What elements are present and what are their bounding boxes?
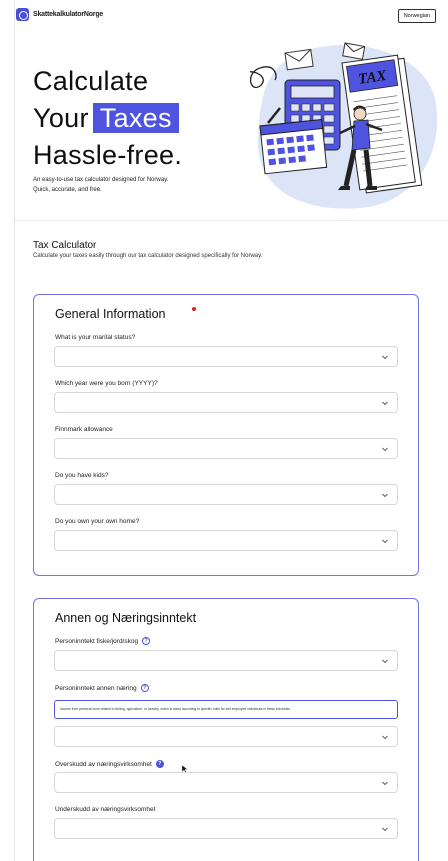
hero-subtitle: An easy-to-use tax calculator designed f…	[33, 175, 243, 195]
envelope-icon	[284, 48, 314, 71]
hero-title-highlight: Taxes	[92, 103, 179, 133]
tax-illustration: TAX	[250, 42, 438, 209]
hero-title-line3: Hassle-free.	[33, 140, 183, 170]
chevron-down-icon	[382, 493, 388, 498]
fishing-farming-income-label-text: Personinntekt fiske/jord/skog	[55, 637, 139, 645]
header: SkattekalkulatorNorge Norwegian	[0, 0, 448, 34]
have-kids-label: Do you have kids?	[55, 472, 109, 479]
business-surplus-select[interactable]	[54, 772, 398, 793]
required-indicator-dot	[192, 307, 196, 311]
language-button[interactable]: Norwegian	[397, 9, 436, 23]
chevron-down-icon	[382, 401, 388, 406]
hero-subtitle-line1: An easy-to-use tax calculator designed f…	[33, 177, 169, 183]
finnmark-allowance-label: Finnmark allowance	[55, 426, 113, 433]
logo-icon	[16, 8, 29, 21]
other-business-income-select[interactable]	[54, 726, 398, 747]
birth-year-select[interactable]	[54, 392, 398, 413]
envelope-icon-2	[342, 42, 366, 60]
chevron-down-icon	[382, 827, 388, 832]
business-surplus-label-text: Overskudd av næringsvirksomhet	[55, 760, 152, 768]
hero-title-line2: Your Taxes	[33, 100, 182, 137]
help-tooltip: Income from personal work related to fis…	[54, 700, 398, 719]
help-icon[interactable]: ?	[140, 684, 149, 692]
hero-subtitle-line2: Quick, accurate, and free.	[33, 187, 102, 193]
logo-text: SkattekalkulatorNorge	[33, 11, 104, 18]
business-income-card: Annen og Næringsinntekt Personinntekt fi…	[33, 598, 419, 861]
other-business-income-label: Personinntekt annen næring ?	[55, 684, 149, 692]
hero-title-line1: Calculate	[33, 66, 149, 96]
section-divider	[15, 220, 448, 221]
business-deficit-select[interactable]	[54, 818, 398, 839]
own-home-label: Do you own your own home?	[55, 518, 140, 525]
chevron-down-icon	[382, 539, 388, 544]
business-surplus-label: Overskudd av næringsvirksomhet ?	[55, 760, 164, 768]
birth-year-label: Which year were you born (YYYY)?	[55, 380, 158, 387]
page-left-border	[14, 0, 15, 861]
hero-title: Calculate Your Taxes Hassle-free.	[33, 63, 182, 174]
have-kids-select[interactable]	[54, 484, 398, 505]
marital-status-select[interactable]	[54, 346, 398, 367]
help-icon[interactable]: ?	[142, 637, 151, 645]
business-deficit-label: Underskudd av næringsvirksomhet	[55, 806, 156, 813]
tax-calculator-subtitle: Calculate your taxes easily through our …	[33, 253, 263, 259]
general-information-title: General Information	[55, 307, 166, 321]
marital-status-label: What is your marital status?	[55, 334, 136, 341]
general-information-card: General Information What is your marital…	[33, 294, 419, 576]
finnmark-allowance-select[interactable]	[54, 438, 398, 459]
logo[interactable]: SkattekalkulatorNorge	[16, 8, 103, 21]
tax-calculator-title: Tax Calculator	[33, 240, 97, 251]
fishing-farming-income-label: Personinntekt fiske/jord/skog ?	[55, 637, 151, 645]
chevron-down-icon	[382, 659, 388, 664]
business-income-title: Annen og Næringsinntekt	[55, 611, 197, 625]
fishing-farming-income-select[interactable]	[54, 650, 398, 671]
chevron-down-icon	[382, 781, 388, 786]
other-business-income-label-text: Personinntekt annen næring	[55, 684, 137, 692]
chevron-down-icon	[382, 447, 388, 452]
help-icon[interactable]: ?	[155, 760, 164, 768]
chevron-down-icon	[382, 355, 388, 360]
chevron-down-icon	[382, 735, 388, 740]
hero-title-line2-prefix: Your	[33, 103, 89, 133]
calendar-icon	[259, 118, 328, 175]
own-home-select[interactable]	[54, 530, 398, 551]
